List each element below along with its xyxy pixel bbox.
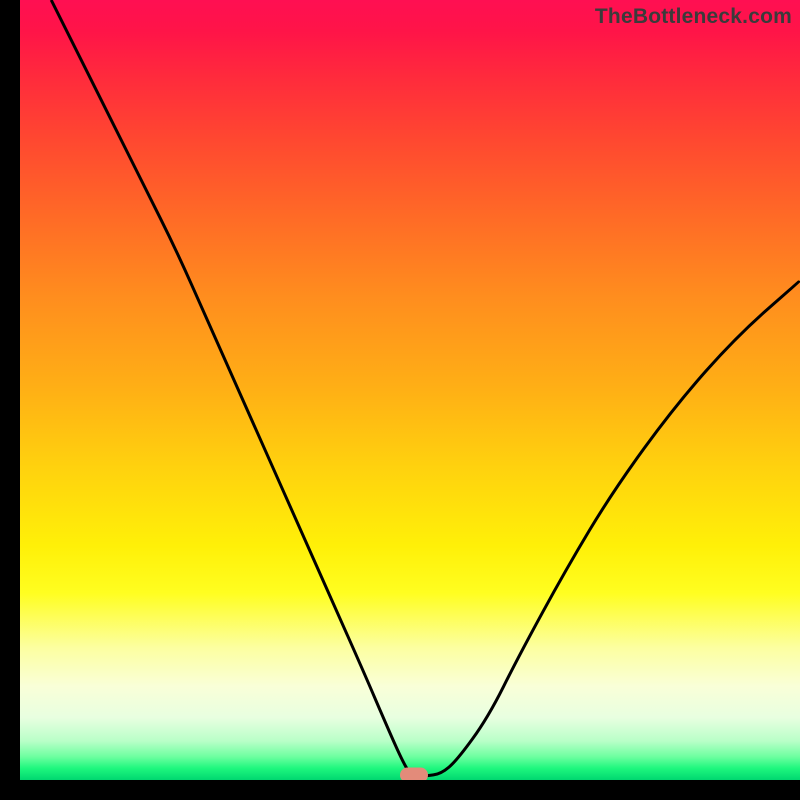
chart-stage: TheBottleneck.com [0,0,800,800]
curve-path [51,0,800,776]
bottleneck-curve [20,0,800,780]
watermark-text: TheBottleneck.com [595,5,792,29]
plot-area: TheBottleneck.com [20,0,800,780]
optimum-marker [400,768,428,780]
